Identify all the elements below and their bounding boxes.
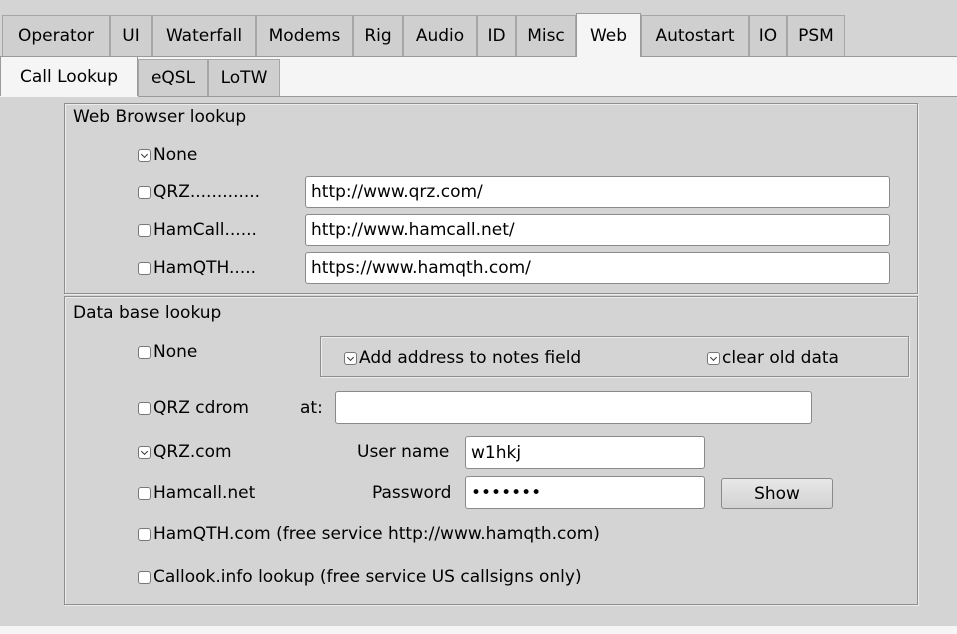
- tab-label: Operator: [17, 26, 95, 46]
- checkbox-label: Hamcall.net: [153, 483, 256, 503]
- field-value: w1hkj: [471, 442, 522, 463]
- password-label: Password: [372, 483, 452, 503]
- checkbox-label: Callook.info lookup (free service US cal…: [153, 567, 582, 587]
- checkbox-label: HamCall......: [153, 220, 257, 240]
- tab-autostart[interactable]: Autostart: [641, 15, 749, 56]
- web-hamcall-checkbox[interactable]: HamCall......: [138, 218, 257, 242]
- tab-audio[interactable]: Audio: [403, 15, 477, 56]
- tab-modems[interactable]: Modems: [256, 15, 353, 56]
- tab-web[interactable]: Web: [576, 13, 641, 57]
- checkbox-label: clear old data: [722, 348, 839, 368]
- field-value: •••••••: [471, 482, 542, 503]
- at-label: at:: [300, 398, 323, 418]
- check-indicator-icon: [138, 570, 151, 584]
- tab-rig[interactable]: Rig: [353, 15, 403, 56]
- hamcall-url-field[interactable]: http://www.hamcall.net/: [305, 214, 890, 246]
- field-value: https://www.hamqth.com/: [311, 258, 531, 278]
- tab-label: Audio: [415, 26, 465, 46]
- tab-lotw[interactable]: LoTW: [208, 59, 280, 96]
- web-browser-lookup-title: Web Browser lookup: [73, 107, 247, 127]
- tab-psm[interactable]: PSM: [787, 15, 845, 56]
- password-field[interactable]: •••••••: [465, 476, 705, 509]
- web-none-checkbox[interactable]: None: [138, 143, 197, 167]
- checkbox-label: None: [153, 342, 198, 362]
- tab-label: Misc: [527, 26, 565, 46]
- tab-label: IO: [758, 26, 778, 46]
- tab-id[interactable]: ID: [477, 15, 516, 56]
- tab-eqsl[interactable]: eQSL: [138, 59, 208, 96]
- page-bottom-edge: [0, 626, 957, 634]
- tab-misc[interactable]: Misc: [516, 15, 576, 56]
- qrz-url-field[interactable]: http://www.qrz.com/: [305, 176, 890, 208]
- checkbox-label: Add address to notes field: [359, 348, 582, 368]
- tab-label: Waterfall: [165, 26, 243, 46]
- hamqth-com-checkbox[interactable]: HamQTH.com (free service http://www.hamq…: [138, 522, 600, 546]
- tab-label: LoTW: [220, 68, 268, 88]
- check-indicator-icon: [138, 185, 151, 199]
- username-label: User name: [357, 442, 450, 462]
- hamcall-net-checkbox[interactable]: Hamcall.net: [138, 481, 255, 505]
- username-field[interactable]: w1hkj: [465, 436, 705, 469]
- check-indicator-icon: [138, 148, 151, 162]
- tab-label: Autostart: [655, 26, 735, 46]
- tab-call-lookup[interactable]: Call Lookup: [0, 57, 138, 96]
- tab-io[interactable]: IO: [749, 15, 787, 56]
- check-indicator-icon: [707, 351, 720, 365]
- checkbox-label: QRZ.com: [153, 442, 232, 462]
- checkbox-label: HamQTH.com (free service http://www.hamq…: [153, 524, 600, 544]
- tab-operator[interactable]: Operator: [2, 15, 110, 56]
- qrz-cdrom-checkbox[interactable]: QRZ cdrom: [138, 396, 249, 420]
- check-indicator-icon: [138, 345, 151, 359]
- tab-ui[interactable]: UI: [110, 15, 152, 56]
- qrz-cdrom-path-field[interactable]: [335, 391, 812, 424]
- tab-label: PSM: [798, 26, 834, 46]
- check-indicator-icon: [138, 527, 151, 541]
- field-value: http://www.qrz.com/: [311, 182, 483, 202]
- tab-label: Rig: [364, 26, 392, 46]
- database-lookup-title: Data base lookup: [73, 303, 222, 323]
- add-address-checkbox[interactable]: Add address to notes field: [344, 346, 581, 370]
- callook-checkbox[interactable]: Callook.info lookup (free service US cal…: [138, 565, 582, 589]
- checkbox-label: HamQTH.....: [153, 258, 257, 278]
- db-none-checkbox[interactable]: None: [138, 340, 197, 364]
- checkbox-label: QRZ cdrom: [153, 398, 249, 418]
- checkbox-label: None: [153, 145, 198, 165]
- web-qrz-checkbox[interactable]: QRZ.............: [138, 180, 260, 204]
- qrz-com-checkbox[interactable]: QRZ.com: [138, 440, 232, 464]
- check-indicator-icon: [138, 445, 151, 459]
- tab-waterfall[interactable]: Waterfall: [152, 15, 256, 56]
- tab-label: UI: [122, 26, 140, 46]
- check-indicator-icon: [344, 351, 357, 365]
- check-indicator-icon: [138, 486, 151, 500]
- show-password-button[interactable]: Show: [721, 478, 833, 509]
- tab-label: Web: [589, 25, 628, 46]
- button-label: Show: [754, 483, 800, 504]
- tab-label: eQSL: [150, 68, 196, 88]
- hamqth-url-field[interactable]: https://www.hamqth.com/: [305, 252, 890, 284]
- checkbox-label: QRZ.............: [153, 182, 261, 202]
- web-hamqth-checkbox[interactable]: HamQTH.....: [138, 256, 256, 280]
- check-indicator-icon: [138, 401, 151, 415]
- check-indicator-icon: [138, 223, 151, 237]
- field-value: http://www.hamcall.net/: [311, 220, 515, 240]
- tab-label: Modems: [268, 26, 341, 46]
- tab-label: Call Lookup: [20, 66, 118, 87]
- clear-old-data-checkbox[interactable]: clear old data: [707, 346, 839, 370]
- tab-label: ID: [487, 26, 506, 46]
- check-indicator-icon: [138, 261, 151, 275]
